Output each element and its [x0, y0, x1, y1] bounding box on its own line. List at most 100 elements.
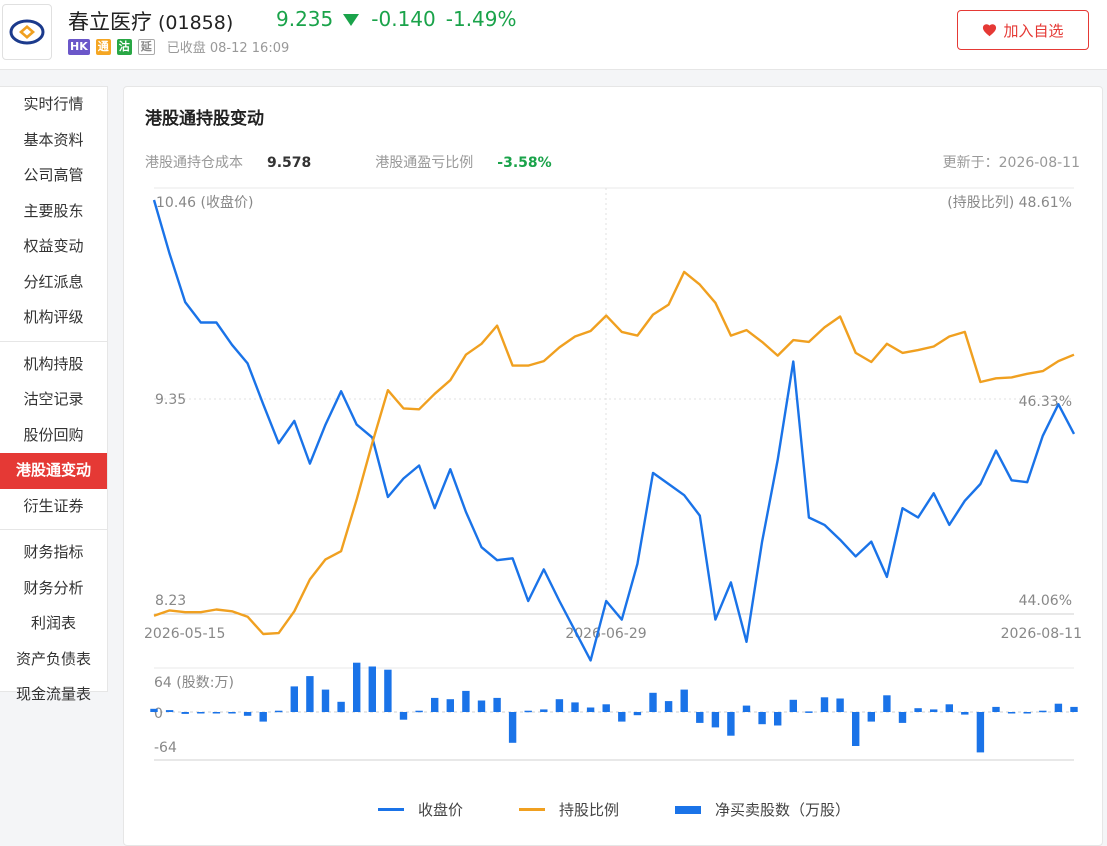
legend-volume-label: 净买卖股数（万股） — [715, 801, 851, 819]
volume-bar — [711, 712, 720, 728]
volume-bar — [961, 712, 969, 715]
price-axis-max-label: 10.46 (收盘价) — [156, 194, 253, 211]
nav-separator — [0, 529, 107, 530]
volume-bar — [742, 705, 751, 712]
volume-bar — [228, 712, 236, 714]
sidebar-item[interactable]: 分红派息 — [0, 265, 107, 301]
volume-bar — [477, 700, 486, 712]
market-status: 已收盘 08-12 16:09 — [166, 41, 290, 56]
sidebar-item[interactable]: 实时行情 — [0, 87, 107, 123]
volume-bar — [618, 712, 626, 722]
volume-bar — [197, 712, 205, 714]
ratio-series-line — [153, 270, 1075, 636]
volume-bar — [368, 666, 376, 712]
sidebar-item[interactable]: 财务分析 — [0, 571, 107, 607]
volume-bar — [1039, 710, 1047, 713]
last-price: 9.235 — [276, 7, 334, 31]
legend-ratio[interactable]: 持股比例 — [518, 799, 619, 820]
volume-bar — [758, 712, 766, 725]
volume-bar — [930, 709, 938, 712]
volume-bar — [384, 669, 392, 712]
price-change: -0.140 — [371, 7, 436, 31]
sidebar-nav: 实时行情 基本资料 公司高管 主要股东 权益变动 分红派息 机构评级机构持股 沽空记录 股份回购… — [0, 86, 108, 703]
volume-bar — [571, 702, 579, 712]
volume-bar — [586, 707, 595, 712]
stock-quote: 9.235 -0.140 -1.49% — [276, 7, 527, 31]
stock-tags: HK 通 沽 延 已收盘 08-12 16:09 — [68, 37, 289, 56]
volume-bar — [976, 712, 985, 753]
volume-bar — [680, 689, 688, 712]
sidebar-item[interactable]: 现金流量表 — [0, 677, 107, 713]
volume-bar — [1023, 712, 1031, 714]
legend-price-swatch — [377, 808, 404, 811]
volume-bar — [852, 712, 860, 746]
chart-legend: 收盘价 持股比例 净买卖股数（万股） — [124, 799, 1104, 820]
volume-bar — [836, 698, 844, 712]
add-watchlist-label: 加入自选 — [1003, 21, 1064, 40]
volume-bar — [649, 692, 657, 712]
sidebar-item[interactable]: 沽空记录 — [0, 382, 107, 418]
add-watchlist-button[interactable]: 加入自选 — [957, 10, 1089, 50]
volume-bar — [1070, 706, 1078, 712]
volume-bar — [555, 699, 564, 712]
volume-bar — [353, 662, 361, 712]
legend-volume-swatch — [675, 805, 701, 814]
legend-volume[interactable]: 净买卖股数（万股） — [675, 799, 850, 820]
volume-bar — [664, 701, 673, 712]
price-axis-mid-label: 9.35 — [155, 392, 186, 408]
sidebar-item[interactable]: 权益变动 — [0, 229, 107, 265]
volume-bar — [181, 712, 189, 714]
tag-tong: 通 — [95, 38, 111, 55]
volume-bar — [789, 699, 797, 712]
sidebar-item[interactable]: 衍生证券 — [0, 489, 107, 525]
sidebar-item[interactable]: 利润表 — [0, 606, 107, 642]
sidebar-item[interactable]: 基本资料 — [0, 123, 107, 159]
volume-bar — [431, 697, 439, 712]
ratio-axis-max-label: (持股比列) 48.61% — [947, 195, 1072, 211]
stock-code: (01858) — [158, 12, 234, 34]
volume-axis-min-label: -64 — [154, 740, 177, 756]
volume-bar — [321, 689, 330, 712]
sidebar-item[interactable]: 资产负债表 — [0, 642, 107, 678]
price-series-line — [152, 199, 1076, 662]
logo-icon — [9, 19, 45, 45]
sidebar-item[interactable]: 港股通变动 — [0, 453, 107, 489]
volume-bar — [602, 704, 610, 712]
price-axis-min-label: 8.23 — [155, 593, 186, 609]
sidebar-item[interactable]: 机构持股 — [0, 347, 107, 383]
volume-bar — [415, 710, 423, 713]
x-tick-label: 2026-08-11 — [1001, 626, 1082, 642]
down-triangle-icon — [343, 14, 360, 26]
legend-ratio-swatch — [518, 808, 545, 811]
volume-bar — [290, 686, 298, 712]
sidebar-item[interactable]: 公司高管 — [0, 158, 107, 194]
sidebar-item[interactable]: 机构评级 — [0, 300, 107, 336]
volume-bar — [633, 712, 642, 716]
volume-bar — [150, 708, 158, 712]
stock-header: 春立医疗 (01858) 9.235 -0.140 -1.49% HK 通 沽 延… — [0, 0, 1107, 70]
tag-gu: 沽 — [116, 38, 132, 55]
volume-bar — [820, 697, 829, 712]
nav-separator — [0, 340, 107, 342]
volume-bar — [805, 711, 813, 713]
volume-bar — [883, 695, 891, 712]
stock-name: 春立医疗 (01858) — [68, 6, 233, 36]
volume-bar — [446, 699, 454, 712]
volume-bar — [306, 676, 314, 712]
volume-bar — [774, 712, 782, 726]
volume-bar — [1007, 712, 1016, 714]
volume-bar — [867, 712, 875, 722]
sidebar-item[interactable]: 财务指标 — [0, 535, 107, 571]
volume-bar — [945, 704, 953, 712]
heart-icon — [983, 24, 997, 37]
sidebar-item[interactable]: 主要股东 — [0, 194, 107, 230]
volume-bar — [696, 712, 704, 723]
legend-price[interactable]: 收盘价 — [377, 799, 463, 820]
sidebar-item[interactable]: 股份回购 — [0, 418, 107, 454]
stock-name-text: 春立医疗 — [68, 10, 152, 34]
volume-bar — [992, 706, 1000, 712]
hk-connect-panel: 港股通持股变动 港股通持仓成本 9.578 港股通盈亏比例 -3.58% 更新于：20… — [123, 86, 1103, 846]
volume-bar — [898, 712, 907, 723]
x-tick-label: 2026-05-15 — [144, 626, 225, 642]
volume-bar — [524, 710, 532, 713]
